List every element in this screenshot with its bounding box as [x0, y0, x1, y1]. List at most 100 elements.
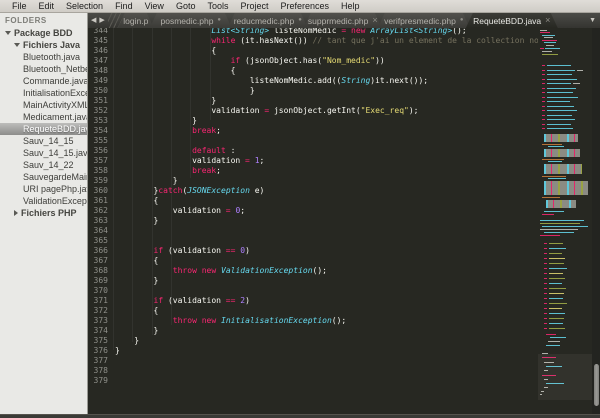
line-number: 356 [88, 146, 108, 156]
sidebar-folder-fichiers-php[interactable]: Fichiers PHP [0, 207, 87, 219]
sidebar-file-requetebdd-java[interactable]: RequeteBDD.java [0, 123, 87, 135]
minimap-code-line [542, 124, 545, 125]
code-line-361: 361 { [88, 196, 538, 206]
code-text: if (validation == 0) [115, 246, 250, 256]
code-line-374: 374 } [88, 326, 538, 336]
code-text: } [115, 176, 178, 186]
code-text: if (jsonObject.has("Nom_medic")) [115, 56, 385, 66]
code-text: { [115, 66, 235, 76]
prev-tab-icon[interactable]: ◀ [91, 13, 96, 28]
triangle-collapsed-icon[interactable] [14, 210, 18, 216]
scrollbar-thumb[interactable] [594, 364, 599, 406]
minimap-code-line [544, 253, 547, 254]
tab-label: supprmedic.php [308, 16, 368, 26]
minimap-code-line [547, 97, 578, 98]
minimap-code-line [544, 243, 547, 244]
line-number: 363 [88, 216, 108, 226]
code-line-377: 377 [88, 356, 538, 366]
menu-item-preferences[interactable]: Preferences [274, 0, 335, 12]
triangle-expanded-icon[interactable] [14, 43, 20, 47]
minimap-code-line [544, 283, 547, 284]
line-number: 349 [88, 76, 108, 86]
tree-item-label: URI pagePhp.java [23, 183, 87, 195]
sidebar-folder-fichiers-java[interactable]: Fichiers Java [0, 39, 87, 51]
line-number: 354 [88, 126, 108, 136]
menu-item-goto[interactable]: Goto [170, 0, 202, 12]
sidebar-file-bluetooth-netbea[interactable]: Bluetooth_Netbea [0, 63, 87, 75]
tab-verifpresmedic-php[interactable]: verifpresmedic.php● [378, 13, 470, 28]
line-number: 355 [88, 136, 108, 146]
minimap-code-line [542, 115, 545, 116]
minimap-code-line [549, 278, 565, 279]
sidebar-file-initialisationexcep[interactable]: InitialisationExcep [0, 87, 87, 99]
menu-item-edit[interactable]: Edit [33, 0, 61, 12]
minimap-code-line [544, 318, 547, 319]
triangle-expanded-icon[interactable] [5, 31, 11, 35]
sidebar: FOLDERS Package BDDFichiers JavaBluetoot… [0, 13, 88, 414]
tab-modified-icon[interactable]: ● [298, 13, 302, 28]
sidebar-file-sauv-14-15-java[interactable]: Sauv_14_15.java [0, 147, 87, 159]
tab-close-icon[interactable]: × [545, 13, 550, 28]
sidebar-folder-package-bdd[interactable]: Package BDD [0, 27, 87, 39]
tab-supprmedic-php[interactable]: supprmedic.php × [304, 13, 382, 28]
sidebar-file-mainactivityxml-x[interactable]: MainActivityXML.x [0, 99, 87, 111]
minimap-code-line [542, 74, 545, 75]
code-text: } [115, 86, 255, 96]
line-number: 361 [88, 196, 108, 206]
tree-item-label: SauvegardeMainA [23, 171, 87, 183]
code-text: } [115, 216, 158, 226]
tab-posmedic-php[interactable]: posmedic.php● [150, 13, 232, 28]
minimap-code-line [577, 70, 583, 71]
tab-requetebdd-java[interactable]: RequeteBDD.java × [466, 13, 558, 28]
minimap-highlight-block [544, 149, 580, 157]
minimap-code-line [550, 337, 566, 338]
code-line-370: 370 [88, 286, 538, 296]
minimap-code-line [547, 92, 573, 93]
minimap-code-line [545, 48, 560, 49]
code-text: listeNomMedic.add((String)it.next()); [115, 76, 428, 86]
line-number: 347 [88, 56, 108, 66]
tab-modified-icon[interactable]: ● [460, 13, 464, 28]
minimap-code-line [546, 345, 560, 346]
tab-overflow-icon[interactable]: ▼ [589, 13, 596, 28]
code-text: } [115, 336, 139, 346]
sidebar-file-medicament-java[interactable]: Medicament.java [0, 111, 87, 123]
menu-item-help[interactable]: Help [335, 0, 366, 12]
sidebar-file-sauvegardemaina[interactable]: SauvegardeMainA [0, 171, 87, 183]
tab-close-icon[interactable]: × [372, 13, 377, 28]
tab-reducmedic-php[interactable]: reducmedic.php● [228, 13, 308, 28]
sidebar-file-sauv-14-22[interactable]: Sauv_14_22 [0, 159, 87, 171]
minimap-code-line [544, 263, 547, 264]
sidebar-file-uri-pagephp-java[interactable]: URI pagePhp.java [0, 183, 87, 195]
minimap-code-line [540, 220, 584, 221]
tab-label: RequeteBDD.java [473, 16, 541, 26]
tab-modified-icon[interactable]: ● [217, 13, 221, 28]
menu-item-find[interactable]: Find [109, 0, 139, 12]
code-text: { [115, 46, 216, 56]
minimap-code-line [542, 88, 545, 89]
code-editor[interactable]: 344 List<String> listeNomMedic = new Arr… [88, 28, 538, 414]
minimap-code-line [549, 313, 565, 314]
next-tab-icon[interactable]: ▶ [99, 13, 104, 28]
code-line-351: 351 } [88, 96, 538, 106]
sidebar-file-commande-java[interactable]: Commande.java [0, 75, 87, 87]
minimap-code-line [544, 273, 547, 274]
tab-nav: ◀ ▶ [88, 13, 108, 28]
sidebar-file-validationexceptio[interactable]: ValidationExceptio [0, 195, 87, 207]
menu-item-file[interactable]: File [6, 0, 33, 12]
menu-item-tools[interactable]: Tools [201, 0, 234, 12]
sidebar-file-bluetooth-java[interactable]: Bluetooth.java [0, 51, 87, 63]
minimap-code-line [542, 70, 545, 71]
vertical-scrollbar[interactable] [592, 28, 600, 414]
minimap-code-line [573, 83, 580, 84]
menu-item-selection[interactable]: Selection [60, 0, 109, 12]
minimap-code-line [540, 235, 560, 236]
tab-login-p[interactable]: login.p [118, 13, 154, 28]
sidebar-file-sauv-14-15[interactable]: Sauv_14_15 [0, 135, 87, 147]
minimap-viewport[interactable] [538, 354, 592, 400]
minimap-code-line [547, 128, 573, 129]
menu-item-view[interactable]: View [139, 0, 170, 12]
code-line-368: 368 throw new ValidationException(); [88, 266, 538, 276]
minimap[interactable] [538, 28, 592, 414]
menu-item-project[interactable]: Project [234, 0, 274, 12]
